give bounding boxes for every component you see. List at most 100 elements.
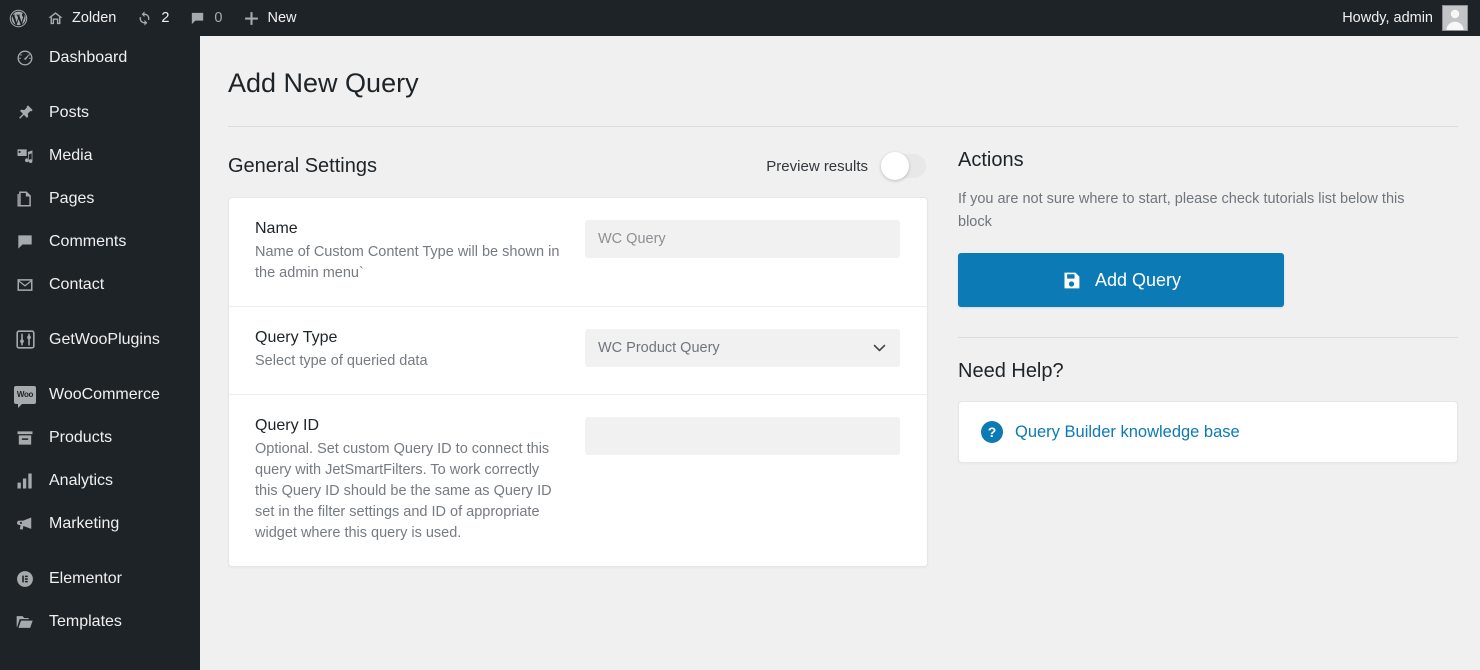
sidebar-separator [0,361,200,373]
sidebar-item-label: Elementor [49,569,122,587]
field-label: Query Type [255,329,338,347]
field-description: Optional. Set custom Query ID to connect… [255,441,552,542]
help-card[interactable]: ? Query Builder knowledge base [958,401,1458,464]
sidebar-item-woocommerce[interactable]: Woo WooCommerce [0,373,200,416]
sidebar-separator [0,79,200,91]
my-account-menu[interactable]: Howdy, admin [1342,5,1480,31]
sidebar-item-label: Pages [49,189,95,207]
analytics-icon [10,466,40,496]
megaphone-icon [10,509,40,539]
preview-results-label: Preview results [766,157,868,175]
envelope-icon [10,270,40,300]
sidebar-item-products[interactable]: Products [0,416,200,459]
page-title: Add New Query [228,68,419,98]
sidebar-item-comments[interactable]: Comments [0,220,200,263]
comment-bubble-icon [189,10,206,27]
sidebar-item-label: Analytics [49,471,114,489]
sidebar-item-analytics[interactable]: Analytics [0,459,200,502]
sidebar-item-elementor[interactable]: Elementor [0,557,200,600]
sidebar-item-label: Posts [49,103,90,121]
admin-bar: Zolden 2 0 New Howdy, admin [0,0,1480,36]
sidebar-item-posts[interactable]: Posts [0,91,200,134]
comment-icon [10,227,40,257]
pin-icon [10,98,40,128]
sidebar-item-label: Marketing [49,514,120,532]
site-name-label: Zolden [72,10,117,26]
wordpress-logo-menu[interactable] [0,0,37,36]
field-control [585,417,901,544]
preview-results-toggle[interactable] [881,152,926,181]
comments-count: 0 [214,10,223,26]
sidebar-separator [0,545,200,557]
sidebar-item-dashboard[interactable]: Dashboard [0,36,200,79]
field-label-group: Query Type Select type of queried data [255,329,585,372]
sidebar-item-contact[interactable]: Contact [0,263,200,306]
save-icon [1061,270,1082,291]
field-label: Query ID [255,417,320,435]
pages-icon [10,184,40,214]
knowledge-base-link[interactable]: Query Builder knowledge base [1015,423,1240,442]
home-icon [47,10,64,27]
sidebar-item-pages[interactable]: Pages [0,177,200,220]
sidebar-item-getwooplugins[interactable]: GetWooPlugins [0,318,200,361]
sidebar-item-label: Templates [49,612,122,630]
new-content-label: New [267,10,297,26]
admin-menu-sidebar: Dashboard Posts Media Pages Comments Contact G… [0,36,200,670]
main-content: Add New Query General Settings Preview r… [200,36,1480,670]
sidebar-item-label: Contact [49,275,105,293]
woo-icon: Woo [10,380,40,410]
avatar [1442,5,1468,31]
sidebar-item-label: Comments [49,232,127,250]
need-help-title: Need Help? [958,360,1064,383]
general-settings-header: General Settings Preview results [228,149,928,183]
folder-icon [10,607,40,637]
query-type-select[interactable]: WC Product Query [585,329,900,368]
field-row: Query Type Select type of queried data WC … [229,306,927,394]
query-id-input[interactable] [585,417,900,456]
actions-description: If you are not sure where to start, plea… [958,191,1405,230]
actions-column: Actions If you are not sure where to sta… [928,149,1458,567]
sidebar-item-label: WooCommerce [49,385,160,403]
field-row: Name Name of Custom Content Type will be … [229,198,927,306]
name-input[interactable] [585,220,900,259]
updates-menu[interactable]: 2 [126,0,179,36]
query-type-select-value: WC Product Query [585,329,900,368]
field-label-group: Name Name of Custom Content Type will be … [255,220,585,284]
add-query-label: Add Query [1094,269,1182,290]
field-control: WC Product Query [585,329,901,372]
sidebar-item-templates[interactable]: Templates [0,600,200,643]
toggle-knob [881,152,909,181]
sidebar-item-label: Dashboard [49,48,128,66]
general-settings-card: Name Name of Custom Content Type will be … [228,197,928,568]
sidebar-item-media[interactable]: Media [0,134,200,177]
sidebar-item-label: GetWooPlugins [49,330,160,348]
field-control [585,220,901,284]
actions-divider [958,337,1458,339]
elementor-icon [10,564,40,594]
site-name-menu[interactable]: Zolden [37,0,126,36]
howdy-label: Howdy, admin [1342,10,1433,26]
field-description: Name of Custom Content Type will be show… [255,244,560,282]
sidebar-separator [0,306,200,318]
updates-count: 2 [161,10,170,26]
field-label: Name [255,220,298,238]
sidebar-item-label: Media [49,146,93,164]
comments-menu[interactable]: 0 [179,0,232,36]
field-label-group: Query ID Optional. Set custom Query ID to… [255,417,585,544]
preview-results-control[interactable]: Preview results [766,152,928,181]
actions-title: Actions [958,149,1024,172]
sliders-icon [10,325,40,355]
new-content-menu[interactable]: New [233,0,307,36]
general-settings-column: General Settings Preview results Name Nam… [228,149,928,568]
field-description: Select type of queried data [255,353,428,370]
plus-icon [243,10,260,27]
sidebar-item-marketing[interactable]: Marketing [0,502,200,545]
sidebar-item-label: Products [49,428,113,446]
content-columns: General Settings Preview results Name Nam… [200,149,1480,568]
wordpress-logo-icon [8,8,29,29]
general-settings-title: General Settings [228,154,377,177]
add-query-button[interactable]: Add Query [958,253,1284,308]
field-row: Query ID Optional. Set custom Query ID to… [229,394,927,566]
update-icon [136,10,153,27]
dashboard-icon [10,43,40,73]
